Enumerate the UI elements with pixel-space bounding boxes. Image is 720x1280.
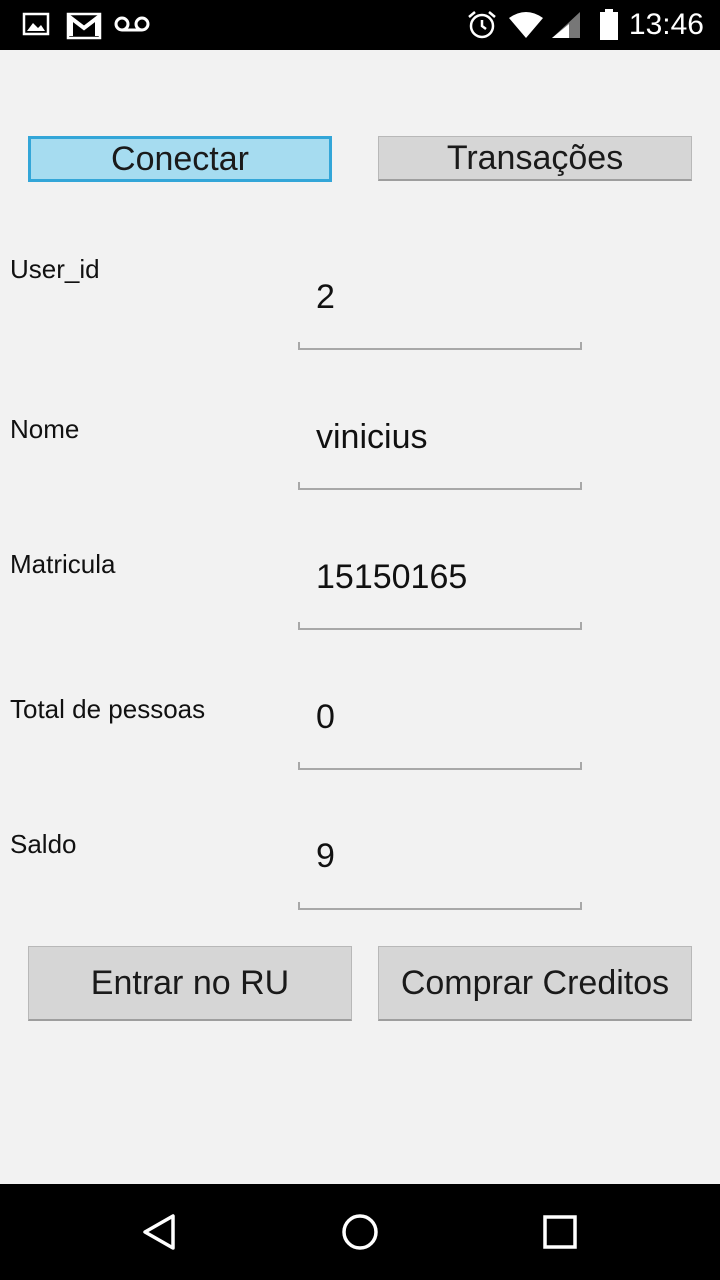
back-icon[interactable] bbox=[130, 1202, 190, 1262]
status-time: 13:46 bbox=[628, 8, 704, 41]
user-id-underline bbox=[298, 342, 582, 350]
alarm-icon bbox=[466, 9, 498, 46]
voicemail-icon bbox=[114, 14, 150, 39]
matricula-underline bbox=[298, 622, 582, 630]
battery-icon bbox=[598, 9, 620, 46]
transactions-button[interactable]: Transações bbox=[378, 136, 692, 181]
recents-icon[interactable] bbox=[530, 1202, 590, 1262]
enter-ru-button[interactable]: Entrar no RU bbox=[28, 946, 352, 1021]
app-content: Conectar Transações User_id Nome Matricu… bbox=[0, 50, 720, 1184]
name-underline bbox=[298, 482, 582, 490]
buy-credits-button[interactable]: Comprar Creditos bbox=[378, 946, 692, 1021]
cell-signal-icon bbox=[550, 10, 582, 45]
status-bar: 13:46 bbox=[0, 0, 720, 50]
home-icon[interactable] bbox=[330, 1202, 390, 1262]
matricula-label: Matricula bbox=[10, 549, 116, 579]
balance-label: Saldo bbox=[10, 829, 77, 859]
connect-button[interactable]: Conectar bbox=[28, 136, 332, 182]
user-id-field[interactable] bbox=[298, 261, 582, 333]
user-id-label: User_id bbox=[10, 254, 100, 284]
total-people-underline bbox=[298, 762, 582, 770]
image-icon bbox=[22, 10, 50, 43]
name-label: Nome bbox=[10, 414, 80, 444]
wifi-icon bbox=[508, 11, 544, 44]
gmail-icon bbox=[66, 10, 102, 45]
total-people-field[interactable] bbox=[298, 681, 582, 753]
balance-field[interactable] bbox=[298, 820, 582, 892]
matricula-field[interactable] bbox=[298, 541, 582, 613]
name-field[interactable] bbox=[298, 401, 582, 473]
balance-underline bbox=[298, 902, 582, 910]
navigation-bar bbox=[0, 1184, 720, 1280]
total-people-label: Total de pessoas bbox=[10, 694, 206, 724]
